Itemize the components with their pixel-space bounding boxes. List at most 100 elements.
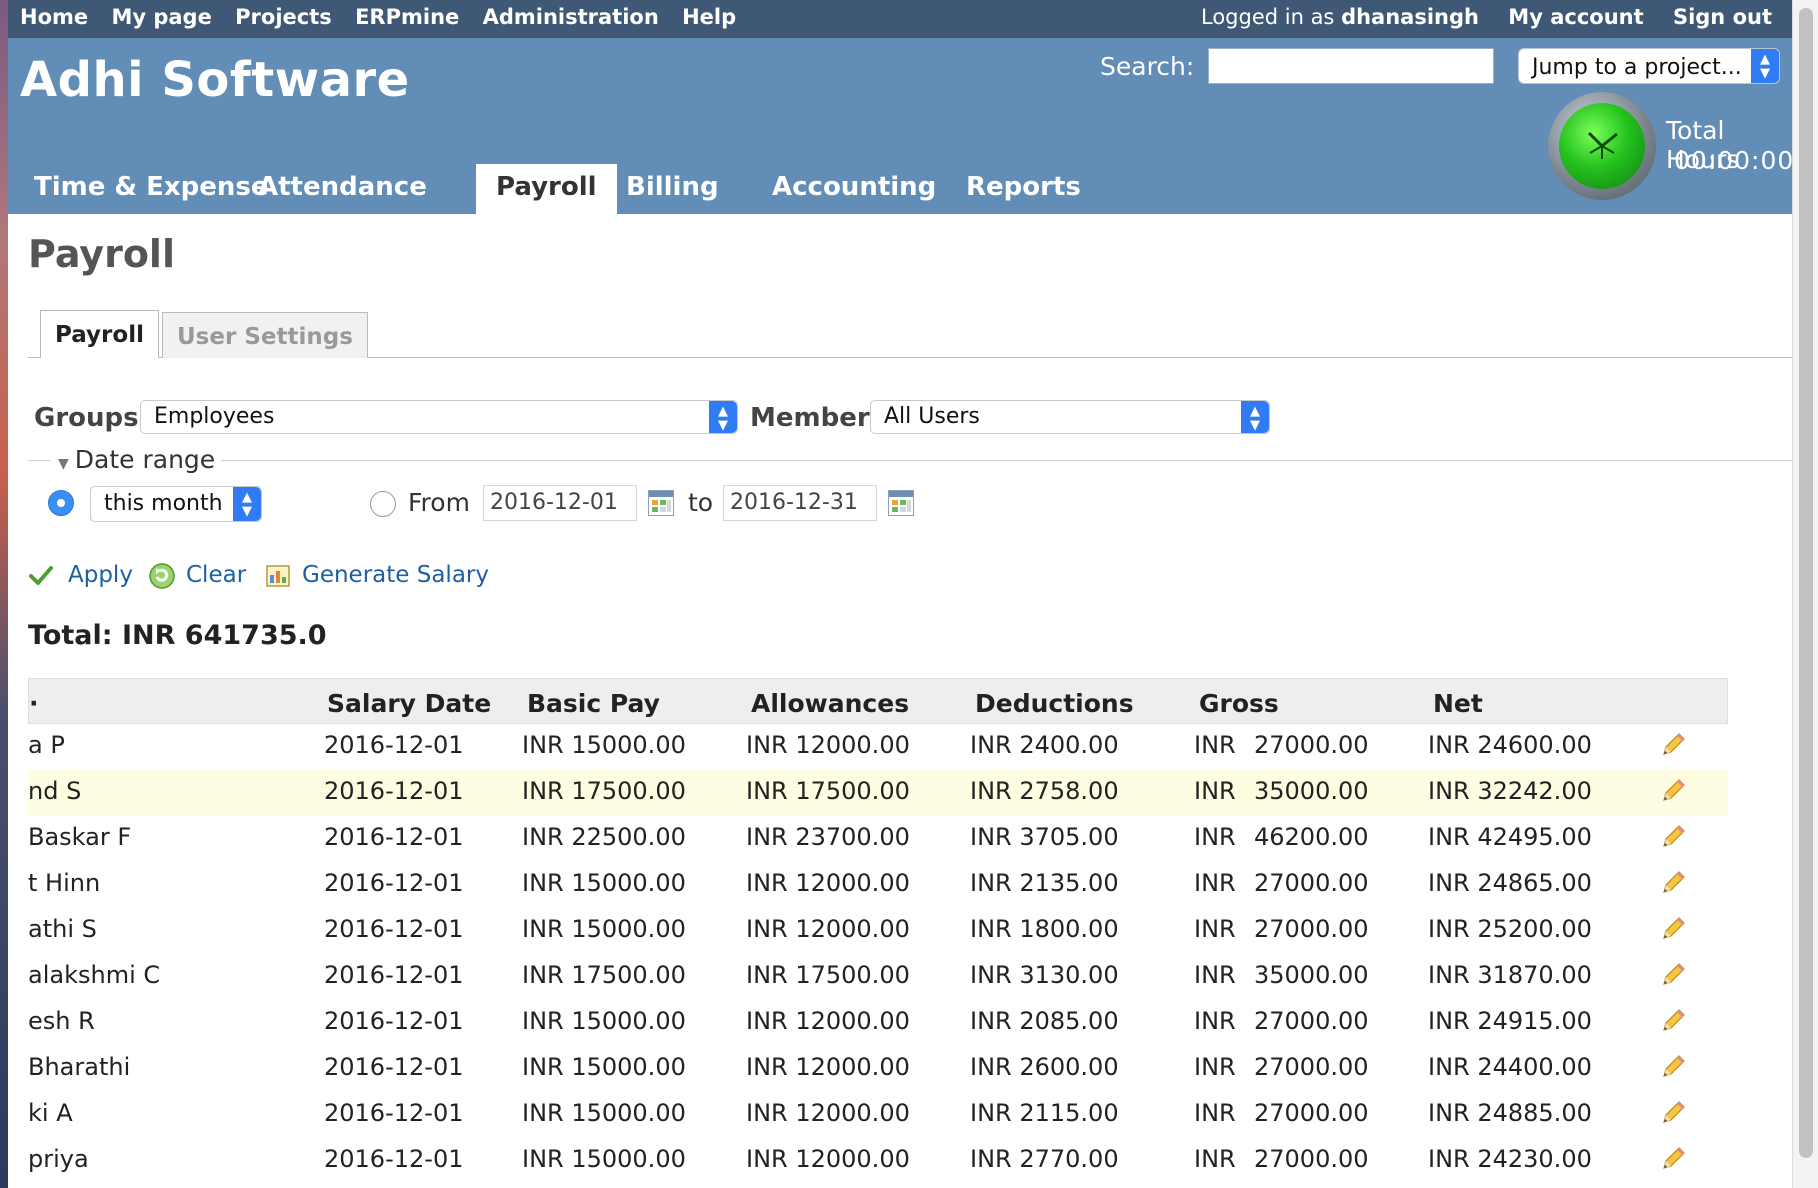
- period-radio[interactable]: [48, 490, 74, 516]
- pencil-icon[interactable]: [1658, 776, 1688, 806]
- column-header-basic-pay[interactable]: Basic Pay: [527, 689, 660, 718]
- cell-name[interactable]: Bharathi: [28, 1053, 130, 1081]
- clock-button[interactable]: [1548, 92, 1656, 200]
- calendar-icon[interactable]: [888, 490, 914, 516]
- to-date-input[interactable]: 2016-12-31: [723, 485, 877, 521]
- sign-out-link[interactable]: Sign out: [1673, 5, 1772, 29]
- cell-date: 2016-12-01: [324, 869, 464, 897]
- nav-my-page[interactable]: My page: [111, 5, 211, 29]
- cell-allow: INR 12000.00: [746, 869, 910, 897]
- pencil-icon[interactable]: [1658, 730, 1688, 760]
- cell-name[interactable]: athi S: [28, 915, 97, 943]
- subtab-payroll[interactable]: Payroll: [40, 310, 159, 358]
- column-header-name[interactable]: ·: [29, 689, 39, 718]
- pencil-icon[interactable]: [1658, 1098, 1688, 1128]
- cell-name[interactable]: Baskar F: [28, 823, 131, 851]
- cell-allow: INR 12000.00: [746, 731, 910, 759]
- table-row[interactable]: Baskar F 2016-12-01 INR 22500.00 INR 23700.…: [28, 816, 1728, 862]
- nav-administration[interactable]: Administration: [483, 5, 659, 29]
- tab-billing[interactable]: Billing: [606, 164, 739, 214]
- cell-gross-cur: INR: [1194, 823, 1236, 851]
- date-range-legend[interactable]: ▼ Date range: [52, 445, 222, 474]
- cell-deduct: INR 2770.00: [970, 1145, 1119, 1173]
- calendar-icon[interactable]: [648, 490, 674, 516]
- logged-in-as: Logged in as dhanasingh: [1179, 5, 1479, 29]
- cell-gross: 27000.00: [1254, 1145, 1369, 1173]
- select-arrows-icon: ▲ ▼: [1241, 401, 1269, 433]
- cell-name[interactable]: a P: [28, 731, 65, 759]
- cell-net: INR 24400.00: [1428, 1053, 1592, 1081]
- cell-gross-cur: INR: [1194, 1007, 1236, 1035]
- cell-name[interactable]: nd S: [28, 777, 81, 805]
- subtab-user-settings[interactable]: User Settings: [162, 312, 368, 358]
- jump-to-project-select[interactable]: Jump to a project... ▲ ▼: [1518, 48, 1780, 84]
- vertical-scrollbar[interactable]: [1792, 0, 1818, 1188]
- column-header-deductions[interactable]: Deductions: [975, 689, 1134, 718]
- pencil-icon[interactable]: [1658, 1006, 1688, 1036]
- column-header-allowances[interactable]: Allowances: [751, 689, 909, 718]
- cell-basic: INR 17500.00: [522, 777, 686, 805]
- tab-reports[interactable]: Reports: [946, 164, 1101, 214]
- username-link[interactable]: dhanasingh: [1341, 5, 1479, 29]
- column-header-salary-date[interactable]: Salary Date: [327, 689, 491, 718]
- nav-projects[interactable]: Projects: [235, 5, 332, 29]
- cell-gross: 46200.00: [1254, 823, 1369, 851]
- tab-attendance[interactable]: Attendance: [238, 164, 447, 214]
- date-range-border: [220, 460, 1792, 461]
- app-title[interactable]: Adhi Software: [20, 52, 410, 108]
- clear-link[interactable]: Clear: [186, 562, 246, 588]
- cell-date: 2016-12-01: [324, 1145, 464, 1173]
- cell-net: INR 24600.00: [1428, 731, 1592, 759]
- groups-select[interactable]: Employees ▲ ▼: [140, 400, 738, 434]
- nav-home[interactable]: Home: [20, 5, 88, 29]
- member-select[interactable]: All Users ▲ ▼: [870, 400, 1270, 434]
- pencil-icon[interactable]: [1658, 868, 1688, 898]
- apply-link[interactable]: Apply: [68, 562, 133, 588]
- pencil-icon[interactable]: [1658, 822, 1688, 852]
- nav-help[interactable]: Help: [682, 5, 736, 29]
- cell-name[interactable]: t Hinn: [28, 869, 100, 897]
- pencil-icon[interactable]: [1658, 1052, 1688, 1082]
- total-amount: Total: INR 641735.0: [28, 620, 327, 651]
- cell-allow: INR 17500.00: [746, 961, 910, 989]
- cell-name[interactable]: ki A: [28, 1099, 73, 1127]
- cell-name[interactable]: alakshmi C: [28, 961, 160, 989]
- table-row[interactable]: ki A 2016-12-01 INR 15000.00 INR 12000.00 IN…: [28, 1092, 1728, 1138]
- search-input[interactable]: [1208, 48, 1494, 84]
- logged-in-prefix: Logged in as: [1200, 5, 1335, 29]
- cell-allow: INR 12000.00: [746, 1007, 910, 1035]
- table-row[interactable]: alakshmi C 2016-12-01 INR 17500.00 INR 1750…: [28, 954, 1728, 1000]
- cell-gross: 27000.00: [1254, 1053, 1369, 1081]
- column-header-net[interactable]: Net: [1433, 689, 1483, 718]
- pencil-icon[interactable]: [1658, 914, 1688, 944]
- table-row[interactable]: priya 2016-12-01 INR 15000.00 INR 12000.00 I…: [28, 1138, 1728, 1184]
- table-row[interactable]: Bharathi 2016-12-01 INR 15000.00 INR 12000.…: [28, 1046, 1728, 1092]
- from-radio[interactable]: [370, 491, 396, 517]
- pencil-icon[interactable]: [1658, 1144, 1688, 1174]
- page-title: Payroll: [28, 232, 175, 276]
- generate-salary-link[interactable]: Generate Salary: [302, 562, 489, 588]
- date-range-border: [28, 460, 50, 461]
- table-row[interactable]: t Hinn 2016-12-01 INR 15000.00 INR 12000.00…: [28, 862, 1728, 908]
- desktop-background: [0, 0, 8, 1188]
- my-account-link[interactable]: My account: [1508, 5, 1643, 29]
- from-date-input[interactable]: 2016-12-01: [483, 485, 637, 521]
- cell-name[interactable]: priya: [28, 1145, 89, 1173]
- table-row[interactable]: esh R 2016-12-01 INR 15000.00 INR 12000.00 I…: [28, 1000, 1728, 1046]
- tab-accounting[interactable]: Accounting: [752, 164, 956, 214]
- table-row[interactable]: a P 2016-12-01 INR 15000.00 INR 12000.00 INR…: [28, 724, 1728, 770]
- scrollbar-thumb[interactable]: [1799, 8, 1813, 1158]
- table-row[interactable]: nd S 2016-12-01 INR 17500.00 INR 17500.00 IN…: [28, 770, 1728, 816]
- from-label: From: [408, 488, 470, 517]
- tab-payroll[interactable]: Payroll: [476, 164, 617, 214]
- cell-net: INR 32242.00: [1428, 777, 1592, 805]
- pencil-icon[interactable]: [1658, 960, 1688, 990]
- select-arrows-icon: ▲ ▼: [709, 401, 737, 433]
- nav-erpmine[interactable]: ERPmine: [355, 5, 459, 29]
- period-select[interactable]: this month ▲ ▼: [90, 486, 262, 522]
- column-header-gross[interactable]: Gross: [1199, 689, 1279, 718]
- table-row[interactable]: athi S 2016-12-01 INR 15000.00 INR 12000.00…: [28, 908, 1728, 954]
- cell-deduct: INR 2758.00: [970, 777, 1119, 805]
- cell-name[interactable]: esh R: [28, 1007, 95, 1035]
- report-icon: [266, 565, 290, 587]
